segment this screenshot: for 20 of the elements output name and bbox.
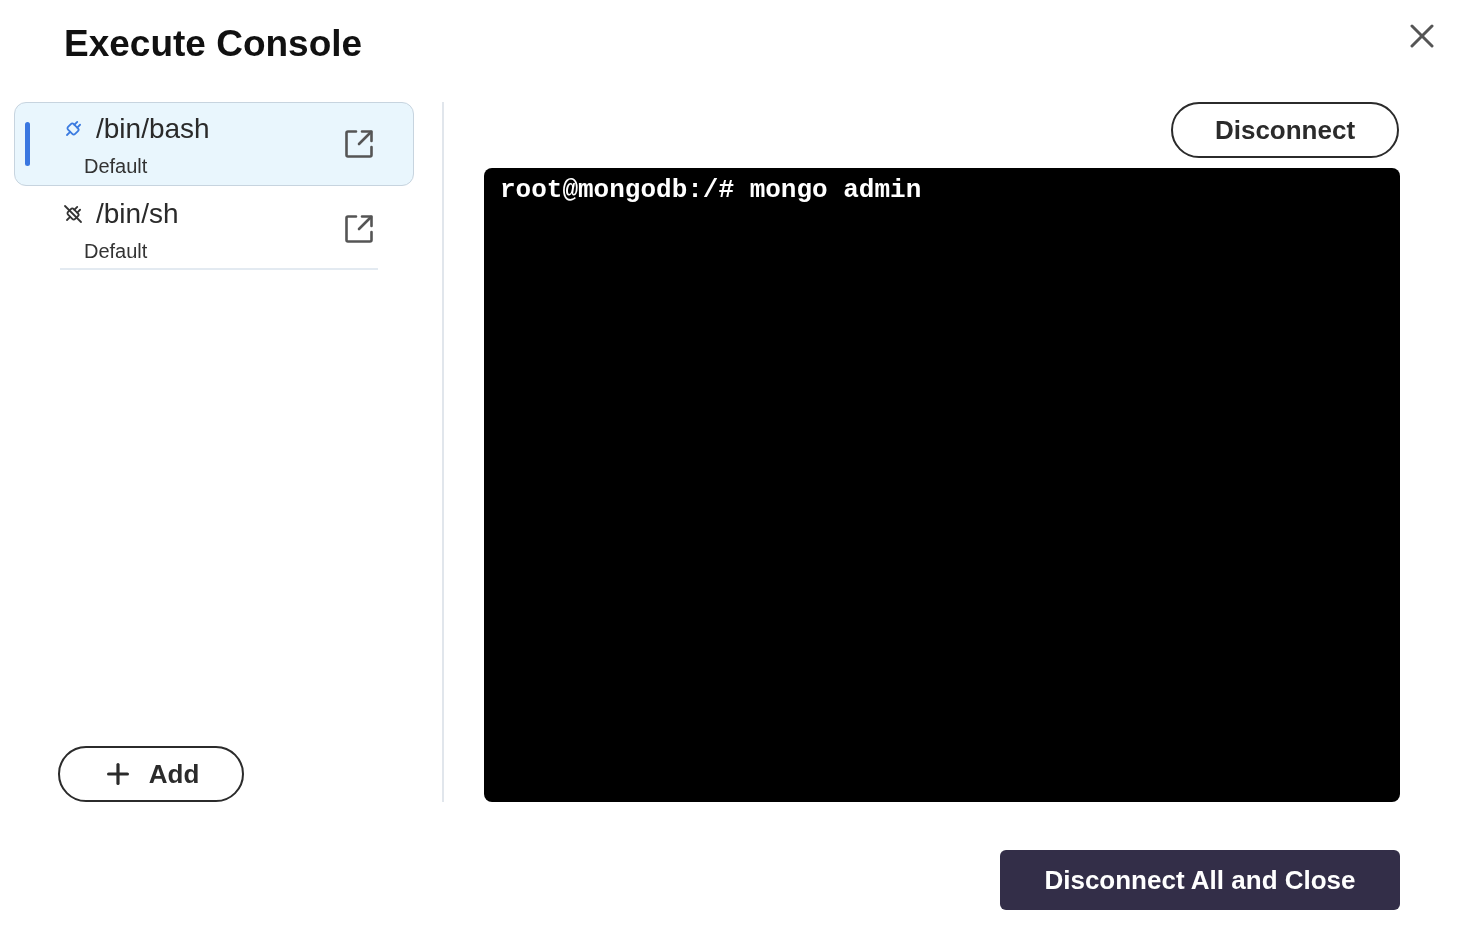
terminal-line: root@mongodb:/# mongo admin — [500, 176, 922, 204]
open-external-button[interactable] — [344, 214, 374, 244]
selection-bar — [25, 122, 30, 166]
add-button[interactable]: Add — [58, 746, 244, 802]
external-link-icon — [344, 129, 374, 159]
disconnect-button[interactable]: Disconnect — [1171, 102, 1399, 158]
open-external-button[interactable] — [344, 129, 374, 159]
plus-icon — [106, 763, 129, 785]
session-name: /bin/bash — [96, 112, 210, 146]
terminal[interactable]: root@mongodb:/# mongo admin — [484, 168, 1400, 802]
session-label: Default — [84, 154, 148, 178]
disconnect-all-close-button[interactable]: Disconnect All and Close — [1000, 850, 1400, 910]
close-button[interactable] — [1408, 22, 1436, 50]
external-link-icon — [344, 214, 374, 244]
session-label: Default — [84, 239, 148, 263]
close-icon — [1410, 24, 1434, 48]
session-name: /bin/sh — [96, 197, 179, 231]
session-item[interactable]: /bin/bash Default — [14, 102, 414, 186]
session-item[interactable]: /bin/sh Default — [14, 188, 414, 270]
dialog-title: Execute Console — [64, 22, 363, 66]
